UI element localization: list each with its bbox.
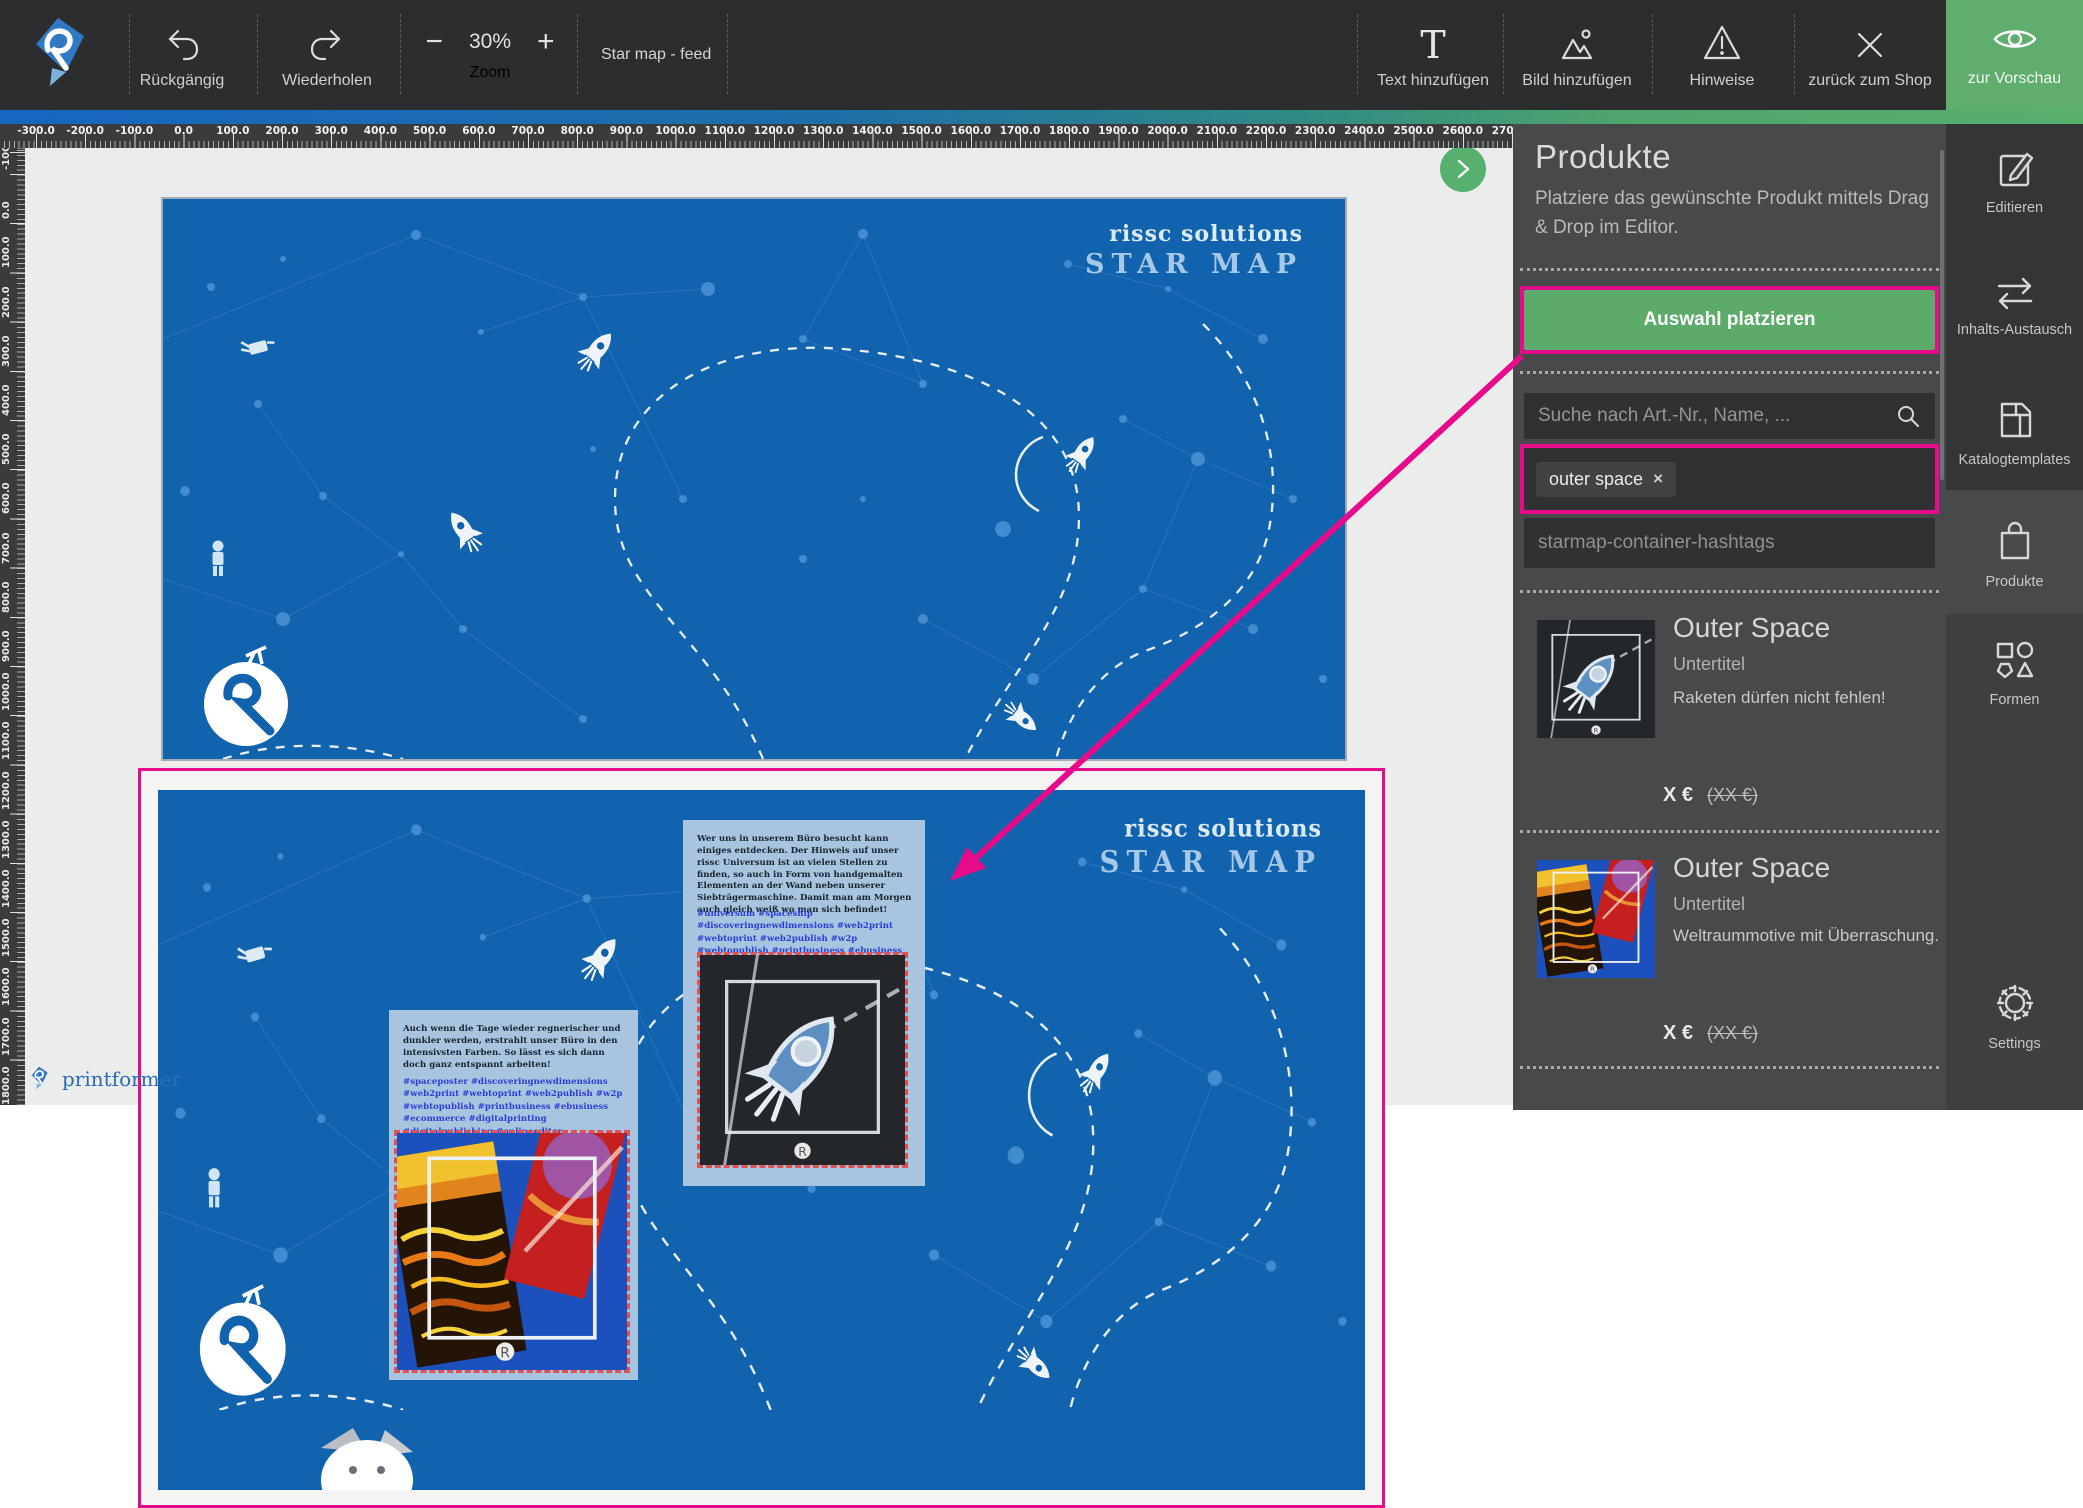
chip-remove-icon[interactable]: × — [1653, 469, 1663, 489]
svg-text:rissc solutions: rissc solutions — [1109, 221, 1303, 247]
vertical-ruler: -100.00.0100.0200.0300.0400.0500.0600.07… — [0, 148, 25, 1105]
svg-text:R: R — [1590, 966, 1595, 974]
preview-button[interactable]: zur Vorschau — [1946, 0, 2083, 110]
sidebar-item-settings[interactable]: Settings — [1946, 980, 2083, 1052]
expand-panel-button[interactable] — [1440, 146, 1486, 192]
product-title: Outer Space — [1673, 852, 1830, 884]
zoom-value: 30% — [469, 30, 511, 54]
sidebar-item-katalogtemplates[interactable]: Katalogtemplates — [1946, 398, 2083, 468]
toolbar-separator — [1652, 14, 1653, 94]
image-icon — [1555, 20, 1599, 64]
undo-button[interactable]: Rückgängig — [117, 0, 247, 110]
printformer-watermark-icon — [24, 1064, 54, 1094]
warning-icon — [1700, 20, 1744, 64]
separator — [1520, 830, 1939, 833]
product-title: Outer Space — [1673, 612, 1830, 644]
svg-text:STAR MAP: STAR MAP — [1099, 844, 1322, 879]
placed-image-rocket-chalk[interactable]: R — [697, 952, 908, 1168]
horizontal-ruler: -300.0-200.0-100.00.0100.0200.0300.0400.… — [0, 124, 1513, 148]
shapes-icon — [1992, 640, 2038, 682]
shopping-bag-icon — [1995, 520, 2035, 564]
toolbar-separator — [1357, 14, 1358, 94]
toolbar-separator — [1794, 14, 1795, 94]
separator — [1520, 1066, 1939, 1069]
zoom-label: Zoom — [470, 64, 511, 82]
placed-image-space-posters[interactable]: R — [394, 1130, 630, 1373]
eye-icon — [1992, 22, 2038, 61]
products-panel: Produkte Platziere das gewünschte Produk… — [1513, 124, 1946, 1110]
hints-button[interactable]: Hinweise — [1658, 0, 1786, 110]
add-image-button[interactable]: Bild hinzufügen — [1508, 0, 1646, 110]
edit-icon — [1994, 148, 2036, 190]
zoom-control: − 30% + Zoom — [410, 0, 570, 110]
separator — [1520, 590, 1939, 593]
panel-subtitle: Platziere das gewünschte Produkt mittels… — [1535, 184, 1933, 242]
tool-sidebar: Editieren Inhalts-Austausch Katalogtempl… — [1946, 124, 2083, 1110]
product-search-field[interactable] — [1524, 393, 1935, 439]
printformer-logo[interactable] — [26, 10, 90, 100]
toolbar-separator — [577, 14, 578, 94]
toolbar-separator — [727, 14, 728, 94]
toolbar-separator — [257, 14, 258, 94]
product-subtitle: Untertitel — [1673, 894, 1745, 915]
feed-card-2[interactable]: Auch wenn die Tage wieder regnerischer u… — [389, 1010, 638, 1380]
page-2-annotation-box: rissc solutions STAR MAP Wer uns in unse… — [138, 768, 1385, 1508]
printformer-watermark: printformer — [24, 1062, 181, 1096]
svg-text:R: R — [500, 1345, 510, 1361]
separator — [1520, 268, 1939, 271]
product-price: X €(XX €) — [1663, 1022, 1758, 1045]
svg-text:R: R — [1594, 727, 1599, 735]
artboard-page-1[interactable]: rissc solutions STAR MAP — [163, 199, 1345, 759]
tag-filter-field[interactable]: outer space × — [1524, 448, 1935, 510]
sidebar-item-editieren[interactable]: Editieren — [1946, 148, 2083, 216]
document-title: Star map - feed — [601, 0, 711, 110]
place-selection-button[interactable]: Auswahl platzieren — [1524, 290, 1935, 350]
penguin-doodle — [301, 1418, 433, 1490]
card2-paragraph: Auch wenn die Tage wieder regnerischer u… — [403, 1024, 626, 1071]
product-old-price: (XX €) — [1707, 1023, 1758, 1043]
zoom-out-button[interactable]: − — [425, 28, 443, 56]
product-description: Weltraummotive mit Überraschung. — [1673, 926, 1939, 946]
svg-text:rissc solutions: rissc solutions — [1124, 814, 1322, 843]
search-input[interactable] — [1538, 405, 1895, 427]
svg-text:STAR MAP: STAR MAP — [1085, 249, 1303, 280]
catalog-template-icon — [1994, 398, 2036, 442]
search-icon[interactable] — [1895, 403, 1921, 429]
text-icon: T — [1420, 20, 1445, 64]
product-description: Raketen dürfen nicht fehlen! — [1673, 688, 1886, 708]
separator — [1520, 371, 1939, 374]
product-thumbnail[interactable]: R — [1537, 620, 1655, 738]
sidebar-item-formen[interactable]: Formen — [1946, 640, 2083, 708]
panel-title: Produkte — [1535, 138, 1671, 176]
toolbar-separator — [400, 14, 401, 94]
filter-chip-outer-space[interactable]: outer space × — [1536, 462, 1676, 497]
undo-icon — [162, 20, 202, 64]
feed-card-1[interactable]: Wer uns in unserem Büro besucht kann ein… — [683, 820, 925, 1186]
product-subtitle: Untertitel — [1673, 654, 1745, 675]
exchange-arrows-icon — [1993, 274, 2037, 312]
toolbar-separator — [1503, 14, 1504, 94]
redo-button[interactable]: Wiederholen — [262, 0, 392, 110]
sidebar-item-produkte[interactable]: Produkte — [1946, 520, 2083, 590]
zoom-in-button[interactable]: + — [537, 28, 555, 56]
gear-icon — [1992, 980, 2038, 1026]
add-text-button[interactable]: T Text hinzufügen — [1363, 0, 1503, 110]
top-toolbar: Rückgängig Wiederholen − 30% + Zoom Star… — [0, 0, 2083, 110]
product-old-price: (XX €) — [1707, 785, 1758, 805]
artboard-page-2[interactable]: rissc solutions STAR MAP Wer uns in unse… — [158, 790, 1365, 1490]
close-icon — [1851, 20, 1889, 64]
svg-text:R: R — [798, 1145, 807, 1159]
sidebar-item-inhalts-austausch[interactable]: Inhalts-Austausch — [1946, 274, 2083, 338]
redo-icon — [307, 20, 347, 64]
product-thumbnail[interactable]: R — [1537, 860, 1655, 978]
panel-scrollbar[interactable] — [1940, 150, 1944, 480]
hashtag-container-field[interactable]: starmap-container-hashtags — [1524, 518, 1935, 568]
product-price: X €(XX €) — [1663, 784, 1758, 807]
back-to-shop-button[interactable]: zurück zum Shop — [1796, 0, 1944, 110]
progress-gradient-strip — [0, 110, 2083, 124]
card1-paragraph: Wer uns in unserem Büro besucht kann ein… — [697, 834, 913, 917]
